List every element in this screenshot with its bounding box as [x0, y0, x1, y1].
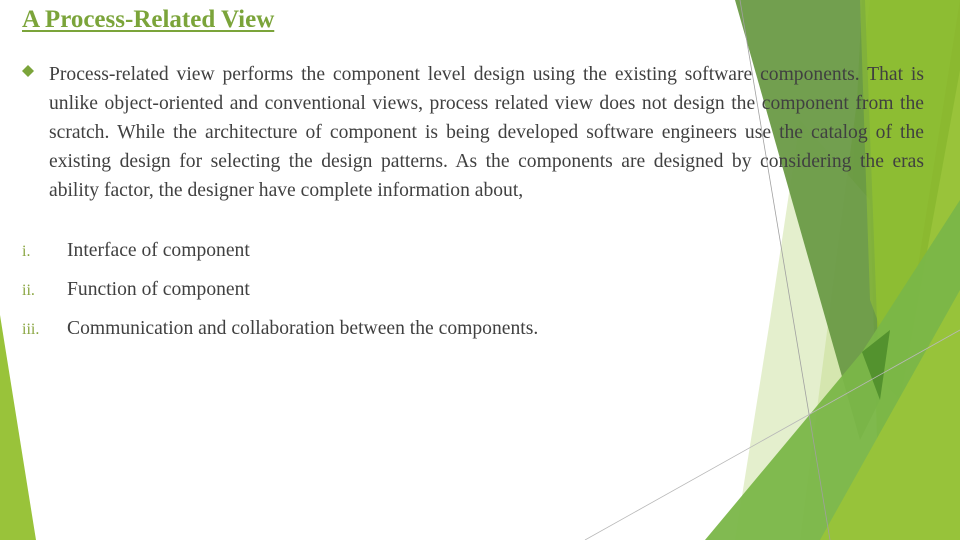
list-number: iii. — [22, 321, 40, 338]
diamond-bullet-icon — [22, 65, 34, 77]
list-number: i. — [22, 243, 31, 260]
list-text: Function of component — [67, 279, 250, 300]
bullet-text: Process-related view performs the compon… — [49, 64, 924, 201]
list-text: Communication and collaboration between … — [67, 318, 539, 339]
numbered-list: i. Interface of component ii. Function o… — [22, 240, 538, 357]
list-item: ii. Function of component — [22, 279, 538, 318]
list-text: Interface of component — [67, 240, 250, 261]
bullet-paragraph: Process-related view performs the compon… — [22, 60, 924, 205]
list-item: i. Interface of component — [22, 240, 538, 279]
slide-title: A Process-Related View — [22, 6, 275, 33]
list-number: ii. — [22, 282, 35, 299]
list-item: iii. Communication and collaboration bet… — [22, 318, 538, 357]
